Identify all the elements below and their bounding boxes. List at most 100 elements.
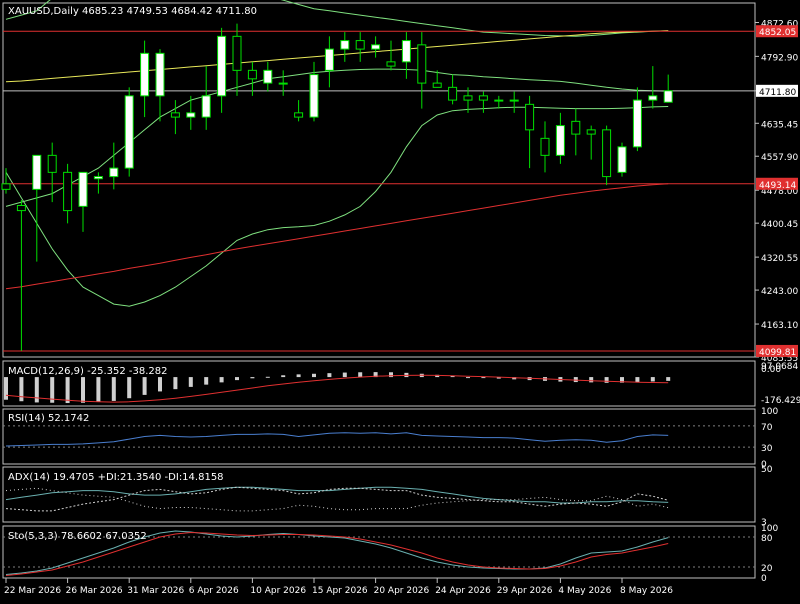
candle-body	[586, 129, 596, 135]
macd-bar	[635, 377, 640, 383]
stoch-label: Sto(5,3,3) 78.6602 67.0352	[8, 531, 147, 542]
macd-tick-label: -176.429	[761, 396, 800, 406]
rsi-tick-label: 30	[761, 444, 773, 454]
candle-body	[294, 112, 304, 118]
candle-body	[63, 171, 73, 212]
chart-background	[0, 0, 800, 600]
rsi-tick-label: 70	[761, 423, 773, 433]
macd-bar	[250, 377, 255, 379]
candle-body	[463, 95, 473, 101]
date-tick-label: 10 Apr 2026	[250, 586, 306, 596]
candle-body	[386, 61, 396, 67]
hline-price-label: 4493.14	[759, 181, 796, 191]
macd-bar	[142, 377, 147, 395]
macd-bar	[342, 372, 347, 378]
macd-bar	[296, 374, 301, 378]
candle-body	[47, 154, 57, 173]
macd-bar	[666, 377, 671, 381]
candle-body	[571, 120, 581, 135]
candle-body	[232, 35, 242, 71]
chart-svg[interactable]: 4872.604792.904711.804635.454557.904478.…	[0, 0, 800, 600]
symbol-header: XAUUSD,Daily 4685.23 4749.53 4684.42 471…	[8, 6, 257, 17]
candle-body	[632, 99, 642, 148]
macd-bar	[219, 377, 224, 383]
candle-body	[186, 112, 196, 118]
macd-bar	[34, 377, 39, 403]
candle-body	[355, 40, 365, 50]
macd-bar	[235, 377, 239, 381]
candle-body	[16, 205, 26, 212]
current-price-label: 4711.80	[759, 88, 796, 98]
candle-body	[525, 103, 535, 131]
macd-bar	[96, 377, 101, 402]
candle-body	[124, 95, 134, 169]
candle-body	[155, 52, 165, 97]
candle-body	[509, 99, 519, 102]
chart-root[interactable]: 4872.604792.904711.804635.454557.904478.…	[0, 0, 800, 600]
macd-bar	[173, 377, 178, 390]
candle-body	[201, 95, 211, 118]
candle-body	[324, 48, 334, 71]
price-tick-label: 4400.45	[761, 220, 798, 230]
candle	[602, 125, 612, 186]
price-tick-label: 4792.90	[761, 53, 798, 63]
macd-label: MACD(12,26,9) -25.352 -38.282	[8, 366, 168, 377]
candle	[617, 142, 627, 177]
candle-body	[432, 82, 442, 88]
date-tick-label: 24 Apr 2026	[435, 586, 491, 596]
macd-bar	[327, 373, 332, 378]
macd-bar	[281, 375, 286, 378]
candle-body	[217, 35, 227, 97]
hline-price-label: 4852.05	[759, 28, 796, 38]
rsi-tick-label: 100	[761, 407, 778, 417]
candle-body	[602, 129, 612, 178]
hline-price-label: 4099.81	[759, 348, 796, 358]
candle-body	[401, 40, 411, 63]
candle-body	[663, 90, 673, 103]
candle-body	[1, 183, 11, 190]
adx-tick-label: 50	[761, 465, 773, 475]
stoch-tick-label: 0	[761, 574, 767, 584]
price-tick-label: 4320.55	[761, 254, 798, 264]
stoch-tick-label: 100	[761, 524, 778, 534]
date-tick-label: 29 Apr 2026	[497, 586, 553, 596]
macd-bar	[650, 377, 655, 382]
macd-bar	[589, 377, 594, 383]
stoch-tick-label: 20	[761, 564, 773, 574]
price-tick-label: 4163.10	[761, 321, 798, 331]
date-tick-label: 15 Apr 2026	[312, 586, 368, 596]
macd-bar	[4, 377, 8, 400]
candle-body	[78, 171, 88, 207]
candle-body	[93, 176, 103, 180]
macd-bar	[111, 377, 116, 401]
date-tick-label: 26 Mar 2026	[66, 586, 123, 596]
date-tick-label: 31 Mar 2026	[127, 586, 184, 596]
stoch-tick-label: 80	[761, 534, 773, 544]
candle-body	[417, 44, 427, 84]
macd-bar	[466, 377, 470, 379]
candle-body	[170, 112, 180, 118]
candle-body	[371, 44, 381, 50]
candle-body	[478, 95, 488, 101]
macd-bar	[81, 377, 85, 403]
macd-bar	[312, 373, 316, 378]
candle-body	[140, 52, 150, 97]
price-tick-label: 4557.90	[761, 153, 798, 163]
macd-bar	[65, 377, 70, 404]
macd-bar	[604, 377, 609, 383]
candle-body	[109, 167, 119, 178]
candle	[124, 87, 134, 177]
candle-body	[540, 137, 550, 156]
price-tick-label: 4635.45	[761, 120, 798, 130]
macd-bar	[481, 377, 486, 379]
candle-body	[32, 154, 42, 190]
candle-body	[448, 86, 458, 101]
candle-body	[278, 82, 288, 85]
date-tick-label: 4 May 2026	[558, 586, 611, 596]
date-tick-label: 20 Apr 2026	[374, 586, 430, 596]
candle-body	[263, 69, 273, 84]
date-tick-label: 22 Mar 2026	[4, 586, 61, 596]
candle-body	[247, 69, 257, 80]
candle-body	[309, 74, 319, 118]
candle-body	[648, 95, 658, 101]
